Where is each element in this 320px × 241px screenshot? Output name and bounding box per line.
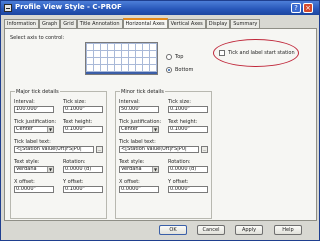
major-tick-size-input[interactable]: 0.1000": [63, 106, 103, 113]
profile-view-style-dialog: Profile View Style - C-PROF ? × Informat…: [0, 0, 320, 241]
ok-button[interactable]: OK: [159, 225, 187, 235]
axis-preview: [85, 42, 158, 75]
minor-text-style-value: Verdana: [121, 166, 142, 172]
chevron-down-icon[interactable]: ▼: [47, 167, 53, 172]
tick-label-start-station-checkbox[interactable]: [219, 50, 225, 56]
minor-rotation-label: Rotation:: [168, 159, 191, 165]
chevron-down-icon[interactable]: ▼: [47, 127, 53, 132]
help-icon[interactable]: ?: [291, 3, 301, 13]
minor-label-text-input[interactable]: <[Station Value(Uft|FS|P0|: [119, 146, 199, 153]
major-interval-label: Interval:: [14, 99, 35, 105]
horizontal-axes-panel: Select axis to control: Top Bottom Tick …: [4, 28, 317, 221]
major-x-offset-input[interactable]: 0.0000": [14, 186, 54, 193]
tab-display[interactable]: Display: [205, 19, 231, 28]
chevron-down-icon[interactable]: ▼: [152, 127, 158, 132]
top-radio[interactable]: [166, 54, 172, 60]
title-bar[interactable]: Profile View Style - C-PROF ? ×: [1, 1, 319, 15]
bottom-radio[interactable]: [166, 67, 172, 73]
tab-grid[interactable]: Grid: [60, 19, 77, 28]
help-button[interactable]: Help: [274, 225, 302, 235]
apply-button[interactable]: Apply: [235, 225, 263, 235]
minor-justification-value: Center: [121, 126, 138, 132]
close-icon[interactable]: ×: [303, 3, 313, 13]
chevron-down-icon[interactable]: ▼: [152, 167, 158, 172]
tab-graph[interactable]: Graph: [38, 19, 61, 28]
minor-interval-label: Interval:: [119, 99, 140, 105]
major-tick-size-label: Tick size:: [63, 99, 86, 105]
minor-tick-size-input[interactable]: 0.1000": [168, 106, 208, 113]
major-tick-title: Major tick details: [15, 89, 60, 95]
tick-label-start-station-label: Tick and label start station: [228, 50, 295, 56]
major-label-text-label: Tick label text:: [14, 139, 51, 145]
major-justification-value: Center: [16, 126, 33, 132]
minor-tick-group: Minor tick details Interval: 50.000' Tic…: [115, 89, 212, 219]
major-rotation-input[interactable]: 0.0000 (d): [63, 166, 103, 173]
major-label-text-input[interactable]: <[Station Value(Uft|FS|P0|: [14, 146, 94, 153]
major-x-offset-label: X offset:: [14, 179, 35, 185]
minor-text-height-input[interactable]: 0.1000": [168, 126, 208, 133]
major-y-offset-label: Y offset:: [63, 179, 84, 185]
minor-label-text-browse-button[interactable]: …: [201, 146, 208, 153]
tab-information[interactable]: Information: [4, 19, 39, 28]
app-icon: [4, 4, 12, 12]
minor-justification-label: Tick justification:: [119, 119, 162, 125]
top-radio-label: Top: [175, 54, 184, 60]
minor-y-offset-label: Y offset:: [168, 179, 189, 185]
minor-tick-size-label: Tick size:: [168, 99, 191, 105]
minor-justification-select[interactable]: Center ▼: [119, 126, 159, 133]
window-title: Profile View Style - C-PROF: [15, 3, 122, 11]
major-justification-select[interactable]: Center ▼: [14, 126, 54, 133]
major-interval-input[interactable]: 100.000': [14, 106, 54, 113]
minor-tick-title: Minor tick details: [120, 89, 165, 95]
tab-vertical-axes[interactable]: Vertical Axes: [167, 19, 206, 28]
major-y-offset-input[interactable]: 0.1000": [63, 186, 103, 193]
preview-axis-line: [86, 72, 157, 74]
minor-y-offset-input[interactable]: 0.0000": [168, 186, 208, 193]
tab-summary[interactable]: Summary: [230, 19, 261, 28]
major-text-height-label: Text height:: [63, 119, 93, 125]
major-text-style-label: Text style:: [14, 159, 40, 165]
cancel-button[interactable]: Cancel: [197, 225, 225, 235]
major-tick-group: Major tick details Interval: 100.000' Ti…: [10, 89, 107, 219]
minor-label-text-label: Tick label text:: [119, 139, 156, 145]
minor-x-offset-label: X offset:: [119, 179, 140, 185]
tab-title-annotation[interactable]: Title Annotation: [76, 19, 123, 28]
bottom-radio-label: Bottom: [175, 67, 194, 73]
minor-text-style-label: Text style:: [119, 159, 145, 165]
minor-interval-input[interactable]: 50.000': [119, 106, 159, 113]
tab-horizontal-axes[interactable]: Horizontal Axes: [122, 18, 168, 28]
major-text-style-select[interactable]: Verdana ▼: [14, 166, 54, 173]
minor-rotation-input[interactable]: 0.0000 (d): [168, 166, 208, 173]
major-text-style-value: Verdana: [16, 166, 37, 172]
minor-text-style-select[interactable]: Verdana ▼: [119, 166, 159, 173]
major-text-height-input[interactable]: 0.1000": [63, 126, 103, 133]
major-justification-label: Tick justification:: [14, 119, 57, 125]
major-rotation-label: Rotation:: [63, 159, 86, 165]
minor-x-offset-input[interactable]: 0.0000": [119, 186, 159, 193]
tab-strip: Information Graph Grid Title Annotation …: [4, 18, 261, 28]
axis-select-label: Select axis to control:: [10, 35, 65, 41]
major-label-text-browse-button[interactable]: …: [96, 146, 103, 153]
minor-text-height-label: Text height:: [168, 119, 198, 125]
